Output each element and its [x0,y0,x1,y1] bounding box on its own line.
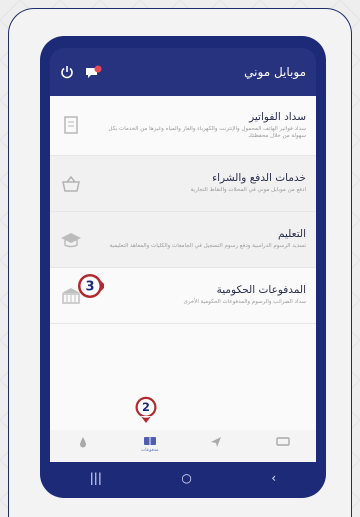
service-desc: سداد الضرائب والرسوم والمدفوعات الحكومية… [183,299,306,306]
nav-item-payments[interactable]: مدفوعات [130,436,170,453]
card-icon [143,437,156,445]
service-desc: ادفع من موبايل موني في المحلات والنقاط ا… [190,187,306,194]
service-title: سداد الفواتير [249,110,306,123]
wallet-icon [276,437,290,446]
recent-apps-icon[interactable]: ||| [90,471,102,485]
header-icons [60,65,102,79]
drop-icon [80,437,87,448]
service-desc: تسديد الرسوم الدراسية ودفع رسوم التسجيل … [109,243,306,250]
service-title: المدفوعات الحكومية [216,284,306,297]
nav-item-wallet[interactable] [263,436,303,448]
step-number: 3 [85,280,94,295]
back-icon[interactable]: ‹ [271,471,276,485]
step-marker-2: 2 [135,396,157,423]
nav-label: مدفوعات [140,448,159,453]
app-title: موبايل موني [244,65,306,79]
service-text: خدمات الدفع والشراء ادفع من موبايل موني … [96,172,306,194]
nav-item-send[interactable] [196,436,236,450]
service-desc: سداد فواتير الهاتف المحمول والإنترنت وال… [108,125,306,139]
power-icon[interactable] [60,65,74,79]
service-text: المدفوعات الحكومية سداد الضرائب والرسوم … [96,284,306,306]
graduation-cap-icon [61,232,81,247]
service-item-education[interactable]: التعليم تسديد الرسوم الدراسية ودفع رسوم … [50,212,316,268]
app-header: موبايل موني [50,48,316,96]
service-item-purchase[interactable]: خدمات الدفع والشراء ادفع من موبايل موني … [50,156,316,212]
service-title: التعليم [278,228,306,241]
send-icon [211,437,222,447]
home-icon[interactable]: ○ [181,471,191,485]
service-item-bills[interactable]: سداد الفواتير سداد فواتير الهاتف المحمول… [50,96,316,156]
bill-icon [64,115,78,134]
service-title: خدمات الدفع والشراء [212,172,306,185]
nav-item-drop[interactable] [63,436,103,450]
bottom-nav: مدفوعات [50,430,316,462]
notification-icon[interactable] [84,65,102,79]
service-text: التعليم تسديد الرسوم الدراسية ودفع رسوم … [96,228,306,250]
step-number: 2 [142,400,150,414]
basket-icon [62,175,80,192]
system-nav-bar: ||| ○ ‹ [50,464,316,492]
service-text: سداد الفواتير سداد فواتير الهاتف المحمول… [96,111,306,141]
step-marker-3: 3 [78,274,104,298]
